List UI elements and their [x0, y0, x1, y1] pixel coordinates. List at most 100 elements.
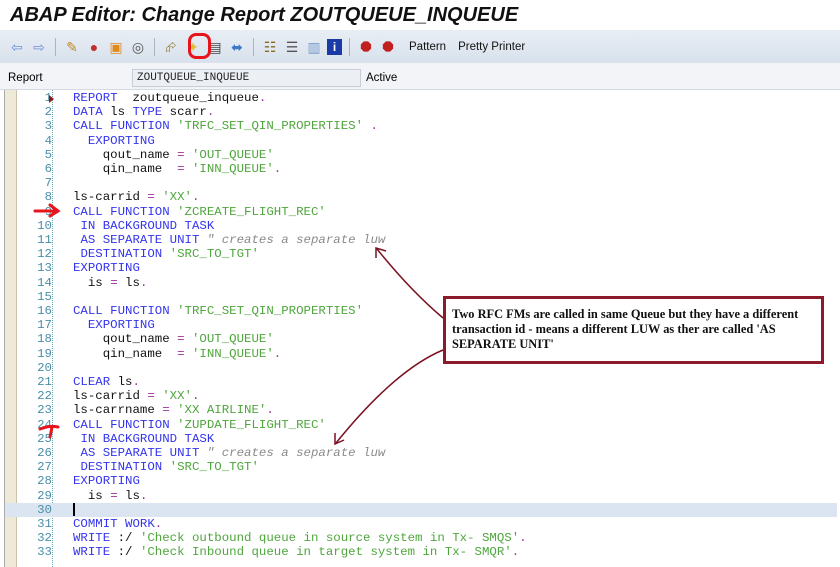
display-change-icon[interactable]: ✎: [63, 38, 81, 56]
code-token-str: 'ZCREATE_FLIGHT_REC': [177, 204, 326, 219]
code-line[interactable]: 12 DESTINATION 'SRC_TO_TGT': [5, 247, 837, 261]
code-token-kw: EXPORTING: [73, 474, 140, 489]
code-line[interactable]: 22 ls-carrid = 'XX'.: [5, 389, 837, 403]
line-number: 23: [37, 403, 52, 418]
code-token-op: =: [147, 190, 155, 205]
report-name-field[interactable]: ZOUTQUEUE_INQUEUE: [132, 69, 361, 87]
object-list-icon[interactable]: ▣: [107, 38, 125, 56]
code-token-str: 'XX': [162, 190, 192, 205]
code-line[interactable]: 11 AS SEPARATE UNIT " creates a separate…: [5, 233, 837, 247]
activate-icon[interactable]: ●: [85, 38, 103, 56]
forward-icon[interactable]: ⇨: [30, 38, 48, 56]
code-token-kw: WRITE: [73, 545, 111, 560]
code-text: is = ls.: [73, 275, 148, 290]
code-token-op: =: [177, 346, 185, 361]
line-number: 13: [37, 261, 52, 276]
code-text: qout_name = 'OUT_QUEUE': [73, 332, 274, 346]
layout-icon[interactable]: ▥: [305, 38, 323, 56]
pattern-button[interactable]: Pattern: [409, 41, 446, 53]
code-line[interactable]: 29 is = ls.: [5, 489, 837, 503]
code-line[interactable]: 24 CALL FUNCTION 'ZUPDATE_FLIGHT_REC': [5, 418, 837, 432]
code-token-kw: CALL FUNCTION: [73, 304, 170, 318]
stack-icon[interactable]: ☰: [283, 38, 301, 56]
code-line[interactable]: 28 EXPORTING: [5, 474, 837, 488]
code-line[interactable]: 30: [5, 502, 837, 517]
navigate-icon[interactable]: ⮳: [162, 38, 180, 56]
code-token-kw: DESTINATION: [80, 460, 163, 475]
stop-user-icon[interactable]: ⯃: [379, 38, 397, 56]
code-token-op: =: [177, 147, 185, 162]
code-token-kw: EXPORTING: [73, 261, 140, 276]
code-line[interactable]: 5 qout_name = 'OUT_QUEUE': [5, 148, 837, 162]
code-token-op: .: [273, 162, 282, 176]
pattern-icon[interactable]: ⬌: [228, 38, 246, 56]
line-number: 22: [37, 389, 52, 404]
code-line[interactable]: 32 WRITE :/ 'Check outbound queue in sour…: [5, 531, 837, 545]
code-text: ls-carrid = 'XX'.: [73, 190, 199, 204]
code-line[interactable]: 14 is = ls.: [5, 276, 837, 290]
code-token-txt: ls-carrid: [73, 389, 148, 404]
code-token-op: =: [147, 389, 155, 404]
code-token-op: .: [139, 488, 148, 503]
code-line[interactable]: 31 COMMIT WORK.: [5, 517, 837, 531]
code-line[interactable]: 4 EXPORTING: [5, 134, 837, 148]
code-text: REPORT zoutqueue_inqueue.: [73, 91, 266, 105]
code-token-kw: DESTINATION: [80, 247, 163, 262]
code-line[interactable]: 10 IN BACKGROUND TASK: [5, 219, 837, 233]
code-line[interactable]: 25 IN BACKGROUND TASK: [5, 432, 837, 446]
code-token-kw: REPORT: [73, 91, 118, 105]
code-line[interactable]: 8 ls-carrid = 'XX'.: [5, 190, 837, 204]
code-line[interactable]: 7: [5, 176, 837, 190]
code-line[interactable]: 21 CLEAR ls.: [5, 375, 837, 389]
line-number: 1: [44, 91, 52, 105]
where-used-icon[interactable]: ◎: [129, 38, 147, 56]
code-text: CALL FUNCTION 'ZUPDATE_FLIGHT_REC': [73, 418, 326, 432]
code-line[interactable]: 1 REPORT zoutqueue_inqueue.: [5, 91, 837, 105]
code-text: ls-carrname = 'XX AIRLINE'.: [73, 403, 274, 417]
code-line[interactable]: 33 WRITE :/ 'Check Inbound queue in targe…: [5, 545, 837, 559]
code-token-op: .: [370, 119, 378, 134]
code-line[interactable]: 9 CALL FUNCTION 'ZCREATE_FLIGHT_REC': [5, 205, 837, 219]
code-line[interactable]: 3 CALL FUNCTION 'TRFC_SET_QIN_PROPERTIES'…: [5, 119, 837, 133]
code-token-txt: ls: [117, 275, 140, 290]
stop-icon[interactable]: ⯃: [357, 38, 375, 56]
code-token-kw: CALL FUNCTION: [73, 119, 170, 134]
code-token-cm: " creates a separate luw: [206, 233, 386, 247]
code-token-kw: EXPORTING: [87, 318, 155, 333]
code-text: CALL FUNCTION 'ZCREATE_FLIGHT_REC': [73, 205, 326, 219]
code-token-kw: TYPE: [132, 105, 163, 120]
code-text: CLEAR ls.: [73, 375, 140, 389]
hierarchy-icon[interactable]: ☷: [261, 38, 279, 56]
info-icon[interactable]: i: [327, 38, 342, 55]
red-highlight-circle: [188, 33, 211, 59]
code-line[interactable]: 27 DESTINATION 'SRC_TO_TGT': [5, 460, 837, 474]
code-token-str: 'TRFC_SET_QIN_PROPERTIES': [177, 304, 363, 318]
code-token-op: .: [154, 517, 163, 531]
code-line[interactable]: 13 EXPORTING: [5, 261, 837, 275]
code-line[interactable]: 26 AS SEPARATE UNIT " creates a separate…: [5, 446, 837, 460]
code-token-txt: zoutqueue_inqueue: [117, 91, 259, 105]
back-icon[interactable]: ⇦: [8, 38, 26, 56]
code-text: qin_name = 'INN_QUEUE'.: [73, 347, 281, 361]
line-number: 11: [37, 233, 52, 247]
pretty-printer-button[interactable]: Pretty Printer: [458, 41, 525, 53]
code-token-op: =: [162, 403, 170, 418]
code-line[interactable]: 23 ls-carrname = 'XX AIRLINE'.: [5, 403, 837, 417]
code-token-txt: is: [73, 488, 111, 503]
code-token-kw: AS SEPARATE UNIT: [80, 233, 200, 247]
code-line[interactable]: 2 DATA ls TYPE scarr.: [5, 105, 837, 119]
code-text: WRITE :/ 'Check outbound queue in source…: [73, 531, 527, 545]
code-text: CALL FUNCTION 'TRFC_SET_QIN_PROPERTIES' …: [73, 119, 378, 133]
line-number: 21: [37, 375, 52, 389]
code-text: ls-carrid = 'XX'.: [73, 389, 199, 403]
code-token-str: 'Check Inbound queue in target system in…: [139, 545, 512, 560]
code-line[interactable]: 6 qin_name = 'INN_QUEUE'.: [5, 162, 837, 176]
